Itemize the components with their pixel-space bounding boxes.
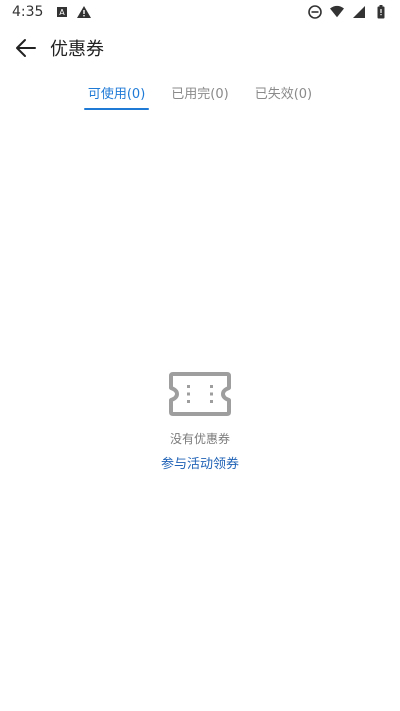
tab-expired-label: 已失效(0) <box>254 86 313 102</box>
do-not-disturb-icon <box>308 5 322 19</box>
tab-expired[interactable]: 已失效(0) <box>251 72 316 112</box>
back-button[interactable] <box>2 24 50 72</box>
tab-used-label: 已用完(0) <box>171 86 229 102</box>
tab-available-label: 可使用(0) <box>87 86 146 102</box>
empty-state: 没有优惠券 参与活动领券 <box>0 370 400 472</box>
active-tab-indicator <box>83 108 150 110</box>
tab-used[interactable]: 已用完(0) <box>167 72 232 112</box>
ticket-icon <box>169 372 231 416</box>
status-left: 4:35 A <box>12 4 92 20</box>
wifi-icon <box>330 5 344 19</box>
battery-icon <box>374 5 388 19</box>
status-bar: 4:35 A <box>0 0 400 24</box>
tab-available[interactable]: 可使用(0) <box>83 72 150 112</box>
status-time: 4:35 <box>12 4 44 20</box>
title-bar: 优惠券 <box>0 24 400 72</box>
warning-icon <box>77 5 92 19</box>
arrow-left-icon <box>16 39 36 57</box>
tab-bar: 可使用(0) 已用完(0) 已失效(0) <box>0 72 400 112</box>
a-box-icon: A <box>55 5 69 19</box>
empty-message: 没有优惠券 <box>169 432 230 446</box>
signal-icon <box>352 5 366 19</box>
svg-text:A: A <box>60 8 66 17</box>
page-title: 优惠券 <box>50 39 104 60</box>
status-right <box>308 5 388 19</box>
join-activity-link[interactable]: 参与活动领券 <box>161 453 239 472</box>
